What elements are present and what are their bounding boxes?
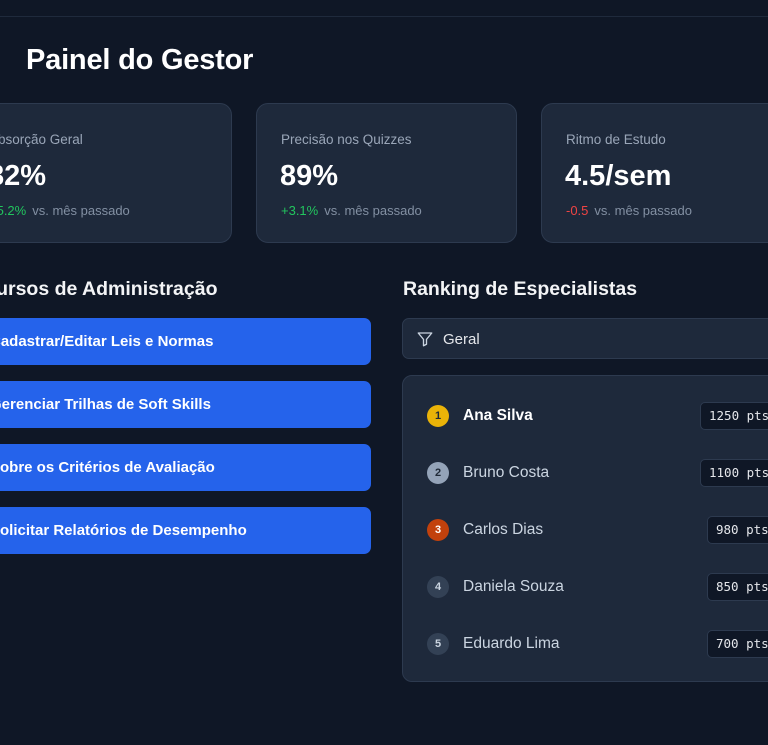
rank-name: Carlos Dias — [463, 521, 544, 538]
metric-card-ritmo: Ritmo de Estudo 4.5/sem -0.5 vs. mês pass… — [541, 103, 768, 243]
metric-label: Precisão nos Quizzes — [281, 132, 412, 147]
ranking-row: 2 Bruno Costa 1100 pts — [403, 458, 768, 488]
metric-delta-row: +5.2% vs. mês passado — [0, 203, 130, 218]
ranking-filter-select[interactable]: Geral — [402, 318, 768, 359]
rank-name: Bruno Costa — [463, 464, 550, 481]
rank-name: Daniela Souza — [463, 578, 564, 595]
rank-points: 1250 pts — [700, 402, 768, 430]
metric-delta-note: vs. mês passado — [32, 203, 130, 218]
metric-card-absorcao: Absorção Geral 82% +5.2% vs. mês passado — [0, 103, 232, 243]
metric-delta-row: +3.1% vs. mês passado — [281, 203, 422, 218]
ranking-row: 3 Carlos Dias 980 pts — [403, 515, 768, 545]
filter-selected-value: Geral — [443, 331, 480, 348]
ranking-row: 5 Eduardo Lima 700 pts — [403, 629, 768, 659]
rank-points: 700 pts — [707, 630, 768, 658]
metric-card-precisao: Precisão nos Quizzes 89% +3.1% vs. mês pa… — [256, 103, 517, 243]
rank-position-badge: 1 — [427, 405, 449, 427]
course-button-soft-skills[interactable]: Gerenciar Trilhas de Soft Skills — [0, 381, 371, 428]
rank-name: Eduardo Lima — [463, 635, 560, 652]
ranking-row: 4 Daniela Souza 850 pts — [403, 572, 768, 602]
top-divider — [0, 16, 768, 17]
course-button-relatorios[interactable]: Solicitar Relatórios de Desempenho — [0, 507, 371, 554]
rank-position-badge: 2 — [427, 462, 449, 484]
metric-delta: -0.5 — [566, 203, 589, 218]
rank-position-badge: 4 — [427, 576, 449, 598]
page-title: Painel do Gestor — [26, 44, 254, 76]
rank-points: 850 pts — [707, 573, 768, 601]
rank-position-badge: 5 — [427, 633, 449, 655]
metric-value: 82% — [0, 160, 47, 192]
rank-points: 980 pts — [707, 516, 768, 544]
metric-label: Ritmo de Estudo — [566, 132, 666, 147]
course-button-leis-normas[interactable]: Cadastrar/Editar Leis e Normas — [0, 318, 371, 365]
metric-delta-note: vs. mês passado — [594, 203, 692, 218]
metric-value: 4.5/sem — [565, 160, 672, 192]
metric-label: Absorção Geral — [0, 132, 83, 147]
ranking-heading: Ranking de Especialistas — [403, 278, 638, 300]
filter-icon — [417, 332, 433, 347]
courses-heading: Cursos de Administração — [0, 278, 218, 300]
app-root: Painel do Gestor Absorção Geral 82% +5.2… — [0, 0, 768, 745]
metric-value: 89% — [280, 160, 339, 192]
metric-delta: +3.1% — [281, 203, 319, 218]
metric-delta-row: -0.5 vs. mês passado — [566, 203, 692, 218]
metric-delta-note: vs. mês passado — [324, 203, 422, 218]
rank-name: Ana Silva — [463, 407, 533, 424]
rank-position-badge: 3 — [427, 519, 449, 541]
rank-points: 1100 pts — [700, 459, 768, 487]
ranking-list: 1 Ana Silva 1250 pts 2 Bruno Costa 1100 … — [402, 375, 768, 682]
course-button-criterios[interactable]: Sobre os Critérios de Avaliação — [0, 444, 371, 491]
metric-delta: +5.2% — [0, 203, 27, 218]
ranking-row: 1 Ana Silva 1250 pts — [403, 401, 768, 431]
